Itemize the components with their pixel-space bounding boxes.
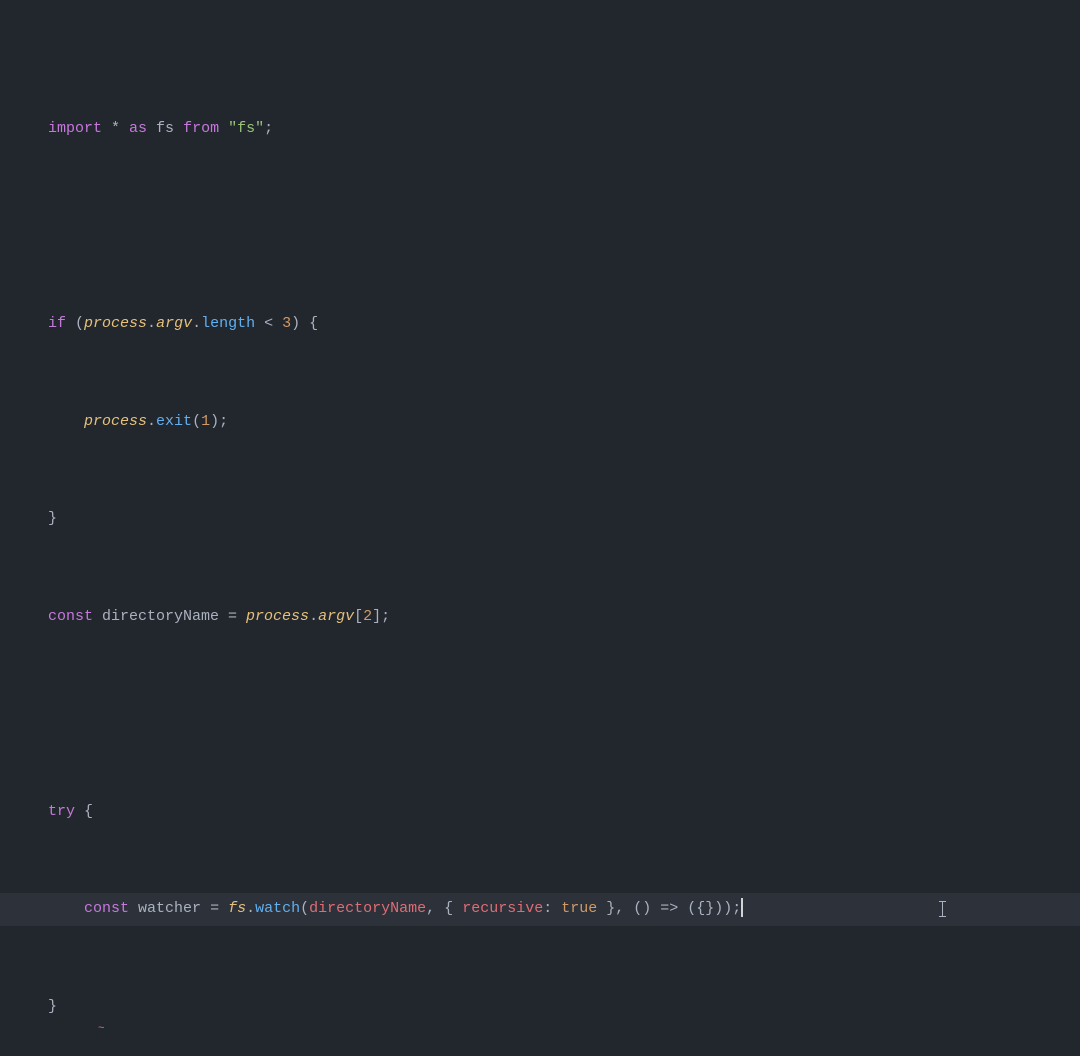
token-var: fs [228, 900, 246, 917]
code-line-active[interactable]: const watcher = fs.watch(directoryName, … [0, 893, 1080, 926]
token: [ [354, 608, 363, 625]
token: fs [147, 120, 183, 137]
token-keyword: if [48, 315, 66, 332]
token: . [147, 315, 156, 332]
token: } [48, 998, 57, 1015]
token-var: process [246, 608, 309, 625]
token: }, () => ({})); [597, 900, 741, 917]
token-var: process [84, 413, 147, 430]
token-keyword: const [84, 900, 129, 917]
token: . [192, 315, 201, 332]
token-var: argv [156, 315, 192, 332]
error-squiggle: ~ [98, 1013, 105, 1046]
ibeam-cursor-icon [942, 901, 943, 917]
token-keyword: try [48, 803, 75, 820]
token-keyword: const [48, 608, 93, 625]
token: directoryName = [93, 608, 246, 625]
token: ( [66, 315, 84, 332]
token-func: watch [255, 900, 300, 917]
token-number: 2 [363, 608, 372, 625]
token: ]; [372, 608, 390, 625]
token: } [48, 510, 57, 527]
code-editor[interactable]: import * as fs from "fs"; if (process.ar… [0, 0, 1080, 1056]
token: ( [192, 413, 201, 430]
token-keyword: as [129, 120, 147, 137]
code-line[interactable]: } [48, 503, 1080, 536]
token: : [543, 900, 561, 917]
code-line[interactable]: try { [48, 796, 1080, 829]
token-keyword: import [48, 120, 102, 137]
token: < [255, 315, 282, 332]
token-varname: watcher [138, 900, 201, 917]
code-line[interactable]: import * as fs from "fs"; [48, 113, 1080, 146]
token [48, 900, 84, 917]
token [48, 413, 84, 430]
token-bool: true [561, 900, 597, 917]
token-var: argv [318, 608, 354, 625]
token: = [201, 900, 228, 917]
token-prop: length [201, 315, 255, 332]
token-var: process [84, 315, 147, 332]
code-line[interactable] [48, 211, 1080, 244]
token: . [309, 608, 318, 625]
token [129, 900, 138, 917]
code-line[interactable]: process.exit(1); [48, 406, 1080, 439]
token-string: "fs" [228, 120, 264, 137]
token: ) { [291, 315, 318, 332]
code-line[interactable] [48, 698, 1080, 731]
text-cursor [741, 898, 743, 917]
token-func: exit [156, 413, 192, 430]
token-number: 3 [282, 315, 291, 332]
code-line[interactable]: if (process.argv.length < 3) { [48, 308, 1080, 341]
token: * [102, 120, 129, 137]
token: . [246, 900, 255, 917]
token [219, 120, 228, 137]
token-param: directoryName [309, 900, 426, 917]
token: { [75, 803, 93, 820]
code-line[interactable]: }~ [48, 991, 1080, 1024]
token: ; [264, 120, 273, 137]
token: , { [426, 900, 462, 917]
token-keyword: from [183, 120, 219, 137]
token: ); [210, 413, 228, 430]
code-line[interactable]: const directoryName = process.argv[2]; [48, 601, 1080, 634]
token: ( [300, 900, 309, 917]
token-number: 1 [201, 413, 210, 430]
token-prop-key: recursive [462, 900, 543, 917]
token: . [147, 413, 156, 430]
